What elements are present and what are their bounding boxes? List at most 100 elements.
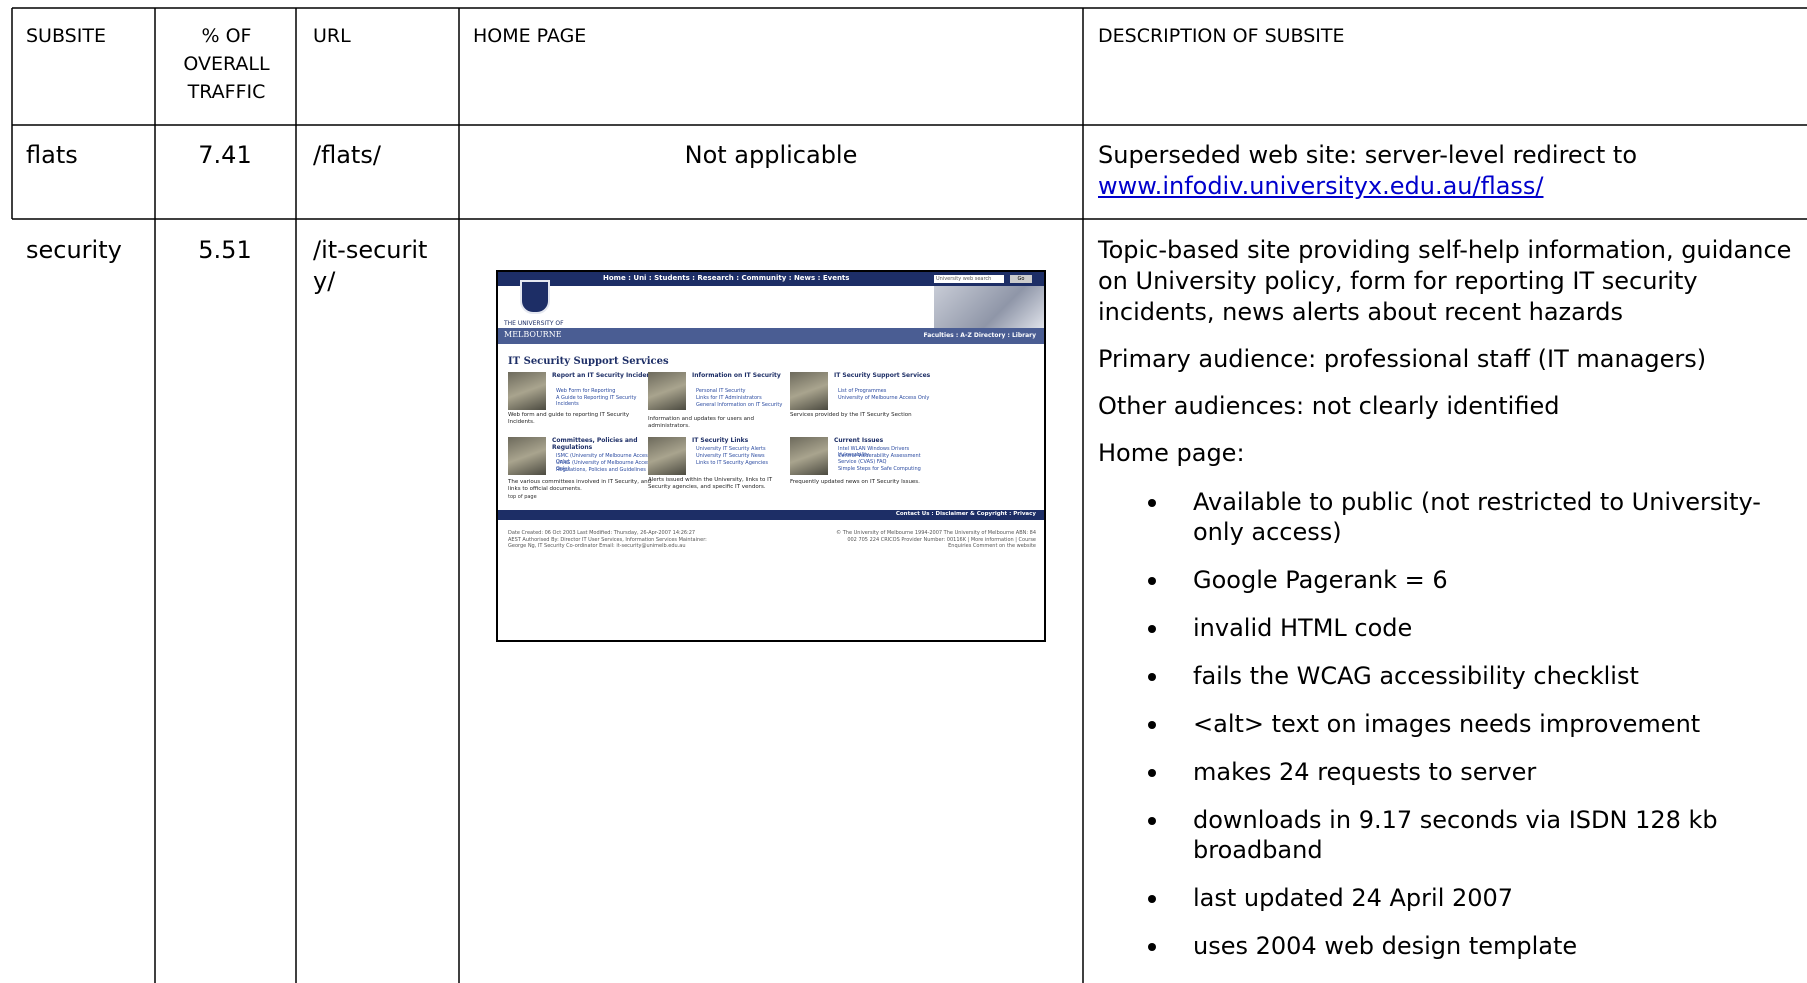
thumb-faculty-links: Faculties : A-Z Directory : Library (923, 332, 1036, 339)
thumb-block-text: Web form and guide to reporting IT Secur… (508, 412, 630, 425)
security-other-audiences: Other audiences: not clearly identified (1098, 392, 1560, 420)
thumb-block-heading: Current Issues (834, 437, 884, 444)
thumb-block: IT Security Links University IT Security… (648, 437, 798, 497)
thumb-footer-right: © The University of Melbourne 1994-2007 … (836, 530, 1036, 549)
thumb-block-link: University IT Security News (696, 453, 765, 459)
thumb-block-link: Central Vulnerability Assessment Service… (838, 453, 921, 465)
thumb-block-link: Links to IT Security Agencies (696, 460, 768, 466)
thumb-block-text: Frequently updated news on IT Security I… (790, 479, 920, 485)
thumb-block-text: Services provided by the IT Security Sec… (790, 412, 912, 418)
thumb-university-name: MELBOURNE (504, 330, 562, 339)
security-primary-audience: Primary audience: professional staff (IT… (1098, 345, 1707, 373)
thumb-block-heading: Information on IT Security (692, 372, 781, 379)
header-subsite: SUBSITE (26, 25, 106, 47)
list-item: downloads in 9.17 seconds via ISDN 128 k… (1098, 805, 1803, 865)
header-description: DESCRIPTION OF SUBSITE (1098, 25, 1345, 47)
thumb-block-link: Simple Steps for Safe Computing (838, 466, 921, 472)
thumb-block-heading: IT Security Support Services (834, 372, 931, 379)
bullet-icon (1148, 499, 1156, 507)
thumb-block: Committees, Policies and Regulations ISM… (508, 437, 658, 497)
header-url: URL (313, 25, 351, 47)
row-flats-description-text: Superseded web site: server-level redire… (1098, 141, 1638, 169)
thumb-go-button: Go (1010, 275, 1032, 283)
thumb-block-text: The various committees involved in IT Se… (508, 479, 652, 492)
thumb-block: Information on IT Security Personal IT S… (648, 372, 798, 432)
building-photo-icon (508, 437, 546, 475)
thumb-block-text: Alerts issued within the University, lin… (648, 477, 773, 490)
list-item: <alt> text on images needs improvement (1098, 709, 1803, 739)
security-home-page-label: Home page: (1098, 439, 1245, 467)
thumb-block-heading: IT Security Links (692, 437, 749, 444)
thumb-footer-left: Date Created: 06 Oct 2003 Last Modified:… (508, 530, 707, 549)
list-item-text: downloads in 9.17 seconds via ISDN 128 k… (1193, 806, 1718, 864)
list-item: last updated 24 April 2007 (1098, 883, 1803, 913)
thumb-block-heading: Report an IT Security Incident (552, 372, 654, 379)
thumb-university-small: THE UNIVERSITY OF (504, 320, 564, 327)
list-item: uses 2004 web design template (1098, 931, 1803, 961)
machinery-photo-icon (790, 437, 828, 475)
thumb-top-of-page: top of page (508, 494, 537, 500)
list-item-text: makes 24 requests to server (1193, 758, 1537, 786)
campus-photo-icon (648, 437, 686, 475)
row-flats-description: Superseded web site: server-level redire… (1098, 140, 1798, 202)
row-flats-traffic: 7.41 (198, 141, 252, 169)
row-flats-home-page: Not applicable (684, 141, 858, 169)
thumb-top-links: Home : Uni : Students : Research : Commu… (603, 274, 850, 282)
thumb-block-link: A Guide to Reporting IT Security Inciden… (556, 395, 637, 407)
list-item-text: <alt> text on images needs improvement (1193, 710, 1701, 738)
thumb-block-heading: Committees, Policies and Regulations (552, 437, 638, 451)
thumb-block-link: Personal IT Security (696, 388, 746, 394)
thumb-footer-links: Contact Us : Disclaimer & Copyright : Pr… (895, 511, 1036, 517)
bullet-icon (1148, 817, 1156, 825)
thumb-header-photo (934, 286, 1044, 328)
thumb-block-link: General Information on IT Security (696, 402, 783, 408)
thumb-block: Current Issues Intel WLAN Windows Driver… (790, 437, 940, 497)
corridor-photo-icon (648, 372, 686, 410)
bullet-icon (1148, 673, 1156, 681)
building-photo-icon (508, 372, 546, 410)
header-home-page: HOME PAGE (473, 25, 587, 47)
security-home-page-list: Available to public (not restricted to U… (1098, 487, 1803, 961)
list-item-text: fails the WCAG accessibility checklist (1193, 662, 1639, 690)
thumb-block-link: Links for IT Administrators (696, 395, 762, 401)
bullet-icon (1148, 625, 1156, 633)
university-crest-icon (520, 280, 550, 314)
row-security-subsite: security (26, 236, 122, 264)
thumb-footer-bar: Contact Us : Disclaimer & Copyright : Pr… (498, 510, 1044, 520)
bullet-icon (1148, 577, 1156, 585)
thumb-block-link: University of Melbourne Access Only (838, 395, 930, 401)
thumb-block: Report an IT Security Incident Web Form … (508, 372, 658, 432)
home-page-screenshot: Home : Uni : Students : Research : Commu… (496, 270, 1046, 642)
thumb-block-link: University IT Security Alerts (696, 446, 766, 452)
bullet-icon (1148, 721, 1156, 729)
list-item-text: invalid HTML code (1193, 614, 1413, 642)
thumb-block-link: List of Programmes (838, 388, 887, 394)
bullet-icon (1148, 943, 1156, 951)
security-summary: Topic-based site providing self-help inf… (1098, 236, 1792, 326)
list-item: Google Pagerank = 6 (1098, 565, 1803, 595)
list-item: fails the WCAG accessibility checklist (1098, 661, 1803, 691)
list-item-text: uses 2004 web design template (1193, 932, 1578, 960)
list-item-text: last updated 24 April 2007 (1193, 884, 1514, 912)
row-security-url: /it-security/ (313, 236, 428, 295)
list-item: Available to public (not restricted to U… (1098, 487, 1803, 547)
tree-photo-icon (790, 372, 828, 410)
list-item-text: Google Pagerank = 6 (1193, 566, 1448, 594)
row-flats-url: /flats/ (313, 141, 381, 169)
thumb-banner: MELBOURNE Faculties : A-Z Directory : Li… (498, 328, 1044, 344)
list-item: invalid HTML code (1098, 613, 1803, 643)
thumb-page-title: IT Security Support Services (508, 356, 669, 367)
bullet-icon (1148, 895, 1156, 903)
redirect-link[interactable]: www.infodiv.universityx.edu.au/flass/ (1098, 172, 1544, 200)
list-item-text: Available to public (not restricted to U… (1193, 488, 1761, 546)
list-item: makes 24 requests to server (1098, 757, 1803, 787)
thumb-block-link: Web Form for Reporting (556, 388, 616, 394)
row-security-description: Topic-based site providing self-help inf… (1098, 235, 1803, 979)
bullet-icon (1148, 769, 1156, 777)
thumb-block-text: Information and updates for users and ad… (648, 416, 754, 429)
header-traffic: % OF OVERALL TRAFFIC (183, 25, 270, 103)
row-security-traffic: 5.51 (198, 236, 252, 264)
thumb-block-link: Regulations, Policies and Guidelines (556, 467, 646, 473)
thumb-search-box: University web search (934, 275, 1004, 283)
row-flats-subsite: flats (26, 141, 78, 169)
